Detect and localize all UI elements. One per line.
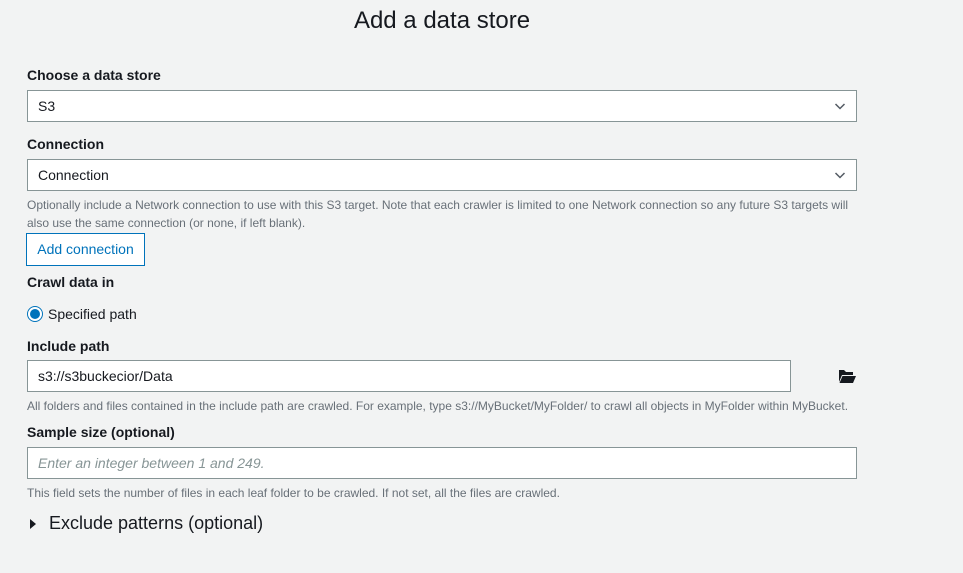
connection-select[interactable]: Connection — [27, 159, 857, 191]
chevron-down-icon — [834, 103, 846, 110]
include-path-hint: All folders and files contained in the i… — [27, 399, 849, 413]
specified-path-radio-option[interactable]: Specified path — [27, 305, 137, 323]
page-title: Add a data store — [353, 7, 531, 34]
data-store-selected-value: S3 — [38, 98, 56, 114]
connection-selected-value: Connection — [38, 167, 109, 183]
caret-right-icon — [30, 518, 36, 529]
data-store-select[interactable]: S3 — [27, 90, 857, 122]
data-store-label: Choose a data store — [27, 67, 161, 83]
sample-size-hint: This field sets the number of files in e… — [27, 486, 560, 500]
folder-open-icon[interactable] — [837, 367, 857, 385]
add-connection-button[interactable]: Add connection — [26, 233, 145, 266]
connection-label: Connection — [27, 136, 104, 152]
include-path-input[interactable] — [27, 360, 791, 392]
sample-size-input[interactable] — [27, 447, 857, 479]
include-path-label: Include path — [27, 338, 110, 354]
exclude-patterns-label: Exclude patterns (optional) — [49, 513, 264, 533]
specified-path-label: Specified path — [48, 306, 137, 322]
connection-hint: Optionally include a Network connection … — [27, 198, 849, 230]
chevron-down-icon — [834, 172, 846, 179]
exclude-patterns-toggle[interactable]: Exclude patterns (optional) — [30, 513, 263, 534]
crawl-data-label: Crawl data in — [27, 274, 115, 290]
specified-path-radio[interactable] — [27, 306, 43, 322]
sample-size-label: Sample size (optional) — [27, 424, 175, 440]
